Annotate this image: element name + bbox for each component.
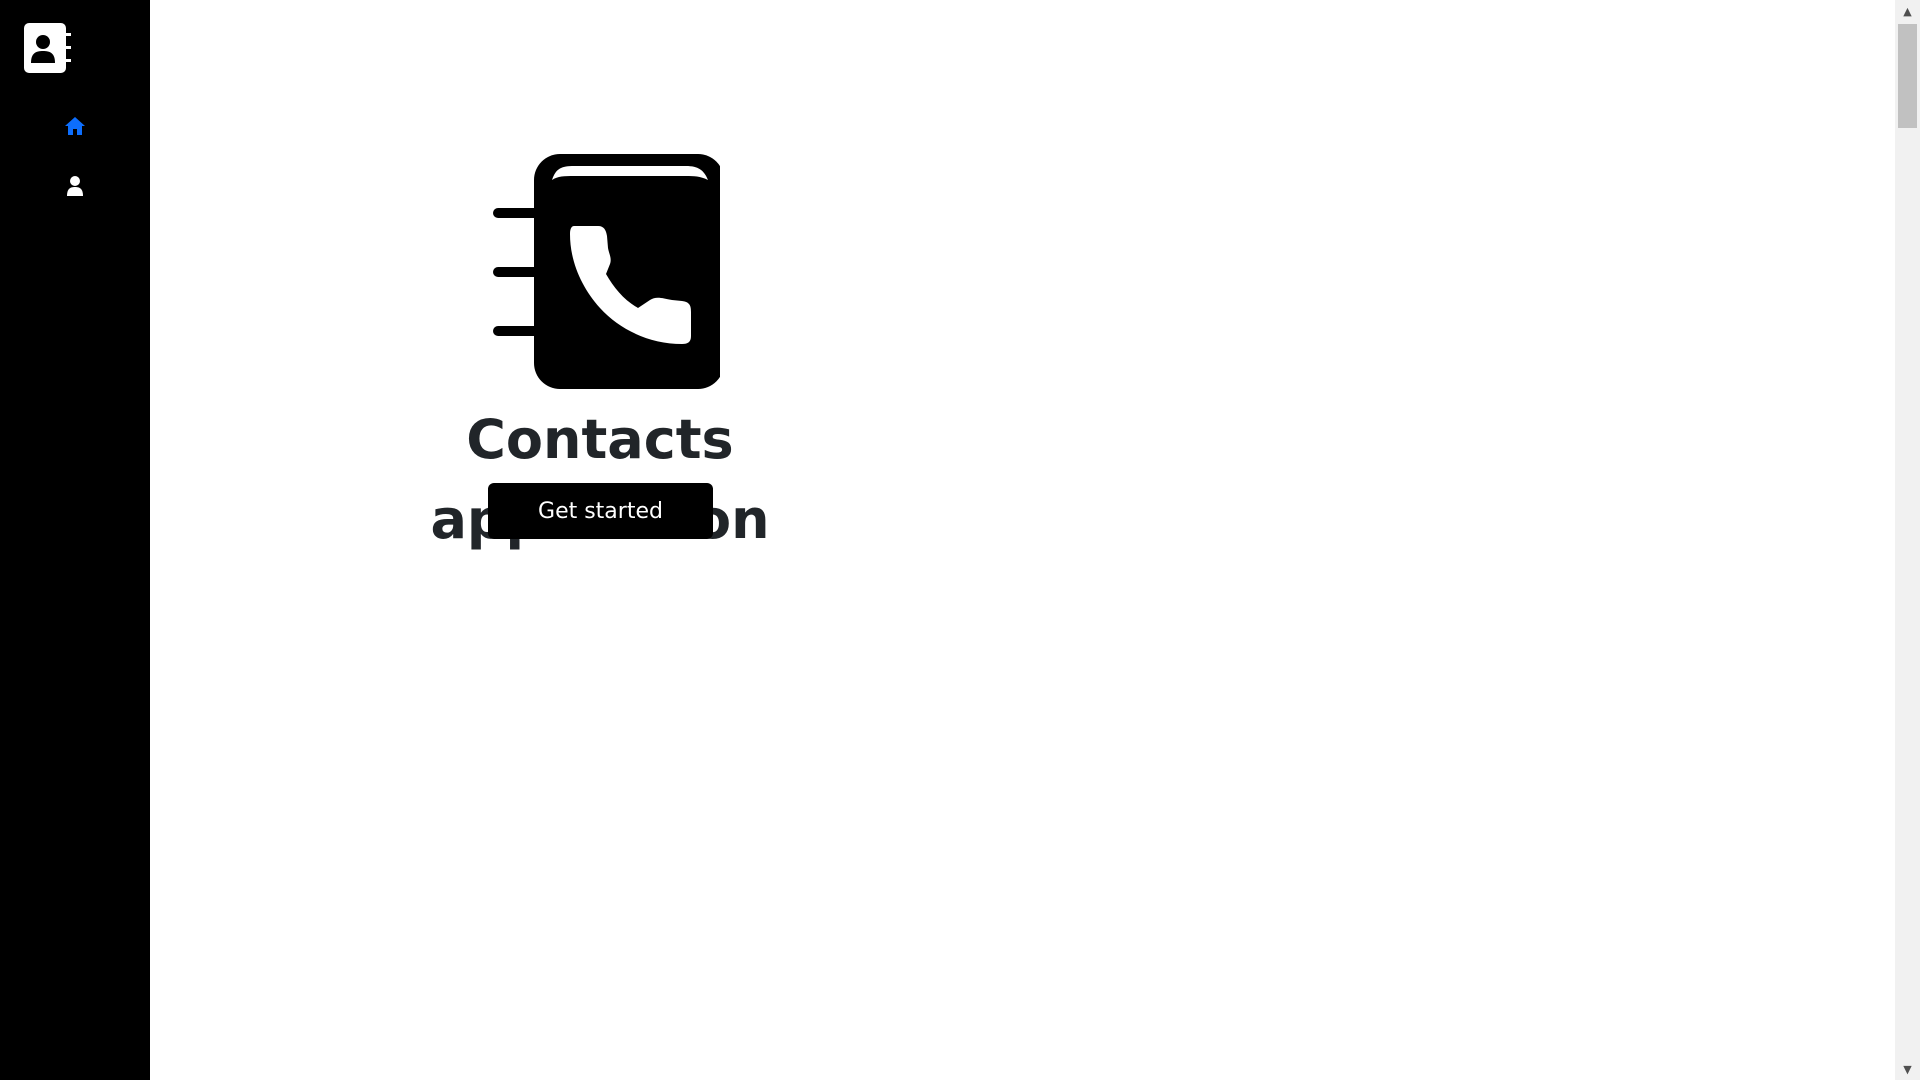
user-icon [66, 175, 84, 201]
app-window: Contacts application Get started ▲ ▼ [0, 0, 1920, 1080]
get-started-button[interactable]: Get started [488, 483, 713, 539]
scroll-down-arrow-icon[interactable]: ▼ [1895, 1058, 1920, 1080]
contact-book-icon[interactable] [22, 23, 72, 73]
phone-book-icon [490, 150, 724, 393]
scroll-up-arrow-icon[interactable]: ▲ [1895, 0, 1920, 22]
sidebar [0, 0, 150, 1080]
scroll-thumb[interactable] [1898, 24, 1917, 128]
home-icon [64, 116, 86, 140]
nav-home[interactable] [50, 108, 100, 148]
vertical-scrollbar[interactable]: ▲ ▼ [1895, 0, 1920, 1080]
main-content: Contacts application Get started [150, 0, 1895, 1080]
nav-contacts[interactable] [50, 168, 100, 208]
